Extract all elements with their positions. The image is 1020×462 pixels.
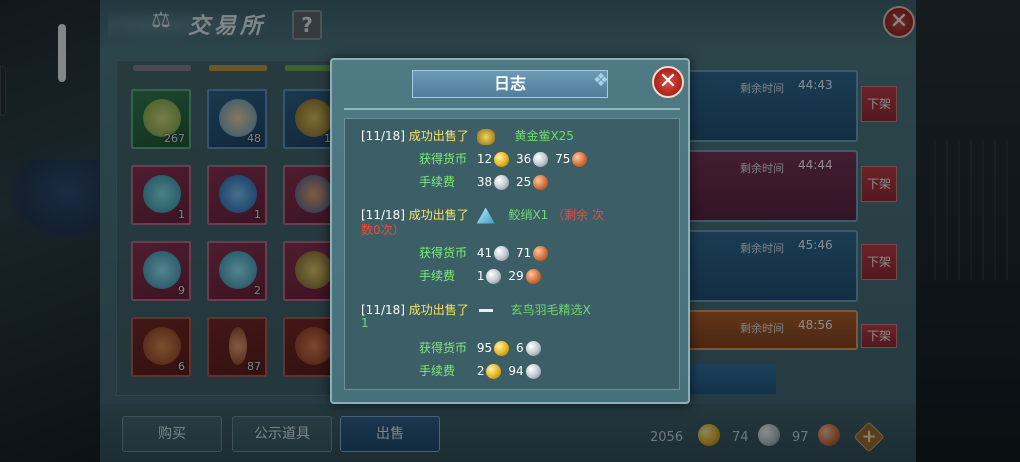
entry-date: [11/18]: [361, 303, 405, 317]
fee-gold: 2: [476, 364, 485, 378]
bronze-coin-icon: [525, 269, 541, 284]
entry-sold-text: 成功出售了: [408, 303, 469, 317]
entry-item: 黄金鲎X25: [514, 129, 574, 143]
entry-item-continued: 1: [361, 316, 369, 330]
silver-coin-icon: [494, 175, 510, 190]
fee-silver: 94: [508, 364, 524, 378]
earned-gold: 12: [476, 152, 493, 166]
silk-icon: [476, 207, 495, 224]
feather-icon: [476, 309, 495, 312]
entry-sold-text: 成功出售了: [408, 129, 469, 143]
earned-label: 获得货币: [419, 341, 468, 355]
entry-sold-text: 成功出售了: [408, 208, 469, 222]
fee-bronze: 29: [508, 269, 524, 283]
entry-item: 鲛绡X1: [508, 208, 549, 222]
gold-coin-icon: [486, 364, 502, 379]
bronze-coin-icon: [572, 152, 588, 167]
earned-gold: 95: [476, 341, 493, 355]
entry-date: [11/18]: [361, 129, 405, 143]
gold-coin-icon: [494, 152, 510, 167]
dialog-title: 日志: [493, 74, 526, 93]
entry-note: （剩余 次: [552, 208, 604, 222]
golden-horseshoe-crab-icon: [476, 128, 495, 145]
silver-coin-icon: [486, 269, 502, 284]
fee-label: 手续费: [419, 175, 456, 189]
silver-coin-icon: [494, 246, 510, 261]
log-list: [11/18] 成功出售了 黄金鲎X25 获得货币 12 36 75 手续费 3…: [344, 118, 680, 390]
fee-bronze: 25: [515, 175, 532, 189]
log-dialog: ❖ 日志 ❖ ✕ [11/18] 成功出售了 黄金鲎X25 获得货币 12 36…: [330, 58, 690, 404]
bronze-coin-icon: [533, 246, 549, 261]
fee-label: 手续费: [419, 269, 456, 283]
earned-silver: 6: [515, 341, 524, 355]
silver-coin-icon: [525, 341, 541, 356]
earned-label: 获得货币: [419, 152, 468, 166]
fee-silver: 1: [476, 269, 485, 283]
fee-label: 手续费: [419, 364, 456, 378]
entry-note-continued: 数0次）: [361, 223, 405, 237]
close-log-button[interactable]: ✕: [652, 66, 684, 98]
silver-coin-icon: [533, 152, 549, 167]
earned-label: 获得货币: [419, 246, 468, 260]
title-divider: [344, 108, 680, 110]
earned-silver: 36: [515, 152, 532, 166]
entry-item: 玄鸟羽毛精选X: [510, 303, 591, 317]
gold-coin-icon: [494, 341, 510, 356]
ornament-right-icon: ❖: [592, 70, 610, 91]
bronze-coin-icon: [533, 175, 549, 190]
entry-date: [11/18]: [361, 208, 405, 222]
silver-coin-icon: [525, 364, 541, 379]
earned-bronze: 75: [555, 152, 571, 166]
earned-silver: 41: [476, 246, 493, 260]
earned-bronze: 71: [515, 246, 532, 260]
log-title-bar: 日志: [412, 70, 608, 98]
fee-silver: 38: [476, 175, 493, 189]
